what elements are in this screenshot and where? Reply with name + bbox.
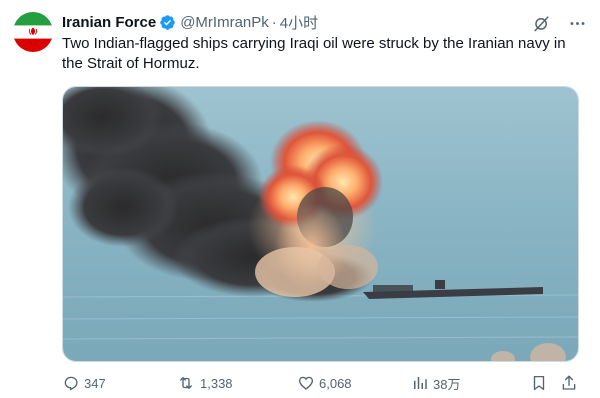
tweet-card[interactable]: Iranian Force @MrImranPk · 4小时 Two India…	[0, 0, 600, 398]
retweet-icon	[180, 377, 192, 389]
tweet-media-image[interactable]	[62, 86, 579, 362]
tweet-actions: 347 1,338 6,068 38万	[56, 372, 588, 394]
avatar[interactable]	[13, 12, 53, 52]
explosion-scene-image	[63, 87, 578, 361]
like-count: 6,068	[319, 375, 352, 391]
reply-icon	[64, 376, 78, 391]
tweet-header: Iranian Force @MrImranPk · 4小时	[62, 11, 318, 33]
views-button[interactable]: 38万	[411, 372, 460, 394]
display-name[interactable]: Iranian Force	[62, 14, 156, 31]
reply-count: 347	[84, 375, 106, 391]
grok-icon[interactable]	[530, 12, 552, 34]
separator-dot: ·	[271, 13, 277, 31]
timestamp[interactable]: 4小时	[280, 12, 318, 33]
views-icon	[414, 377, 427, 389]
handle[interactable]: @MrImranPk	[180, 14, 269, 31]
iran-flag-icon	[13, 12, 53, 52]
retweet-button[interactable]: 1,338	[176, 372, 233, 394]
share-button[interactable]	[560, 372, 582, 394]
share-icon	[562, 375, 576, 390]
retweet-count: 1,338	[200, 375, 233, 391]
tweet-top-actions	[516, 12, 588, 34]
like-button[interactable]: 6,068	[297, 372, 352, 394]
views-count: 38万	[433, 376, 461, 392]
bookmark-button[interactable]	[530, 372, 552, 394]
tweet-text: Two Indian-flagged ships carrying Iraqi …	[62, 35, 566, 72]
verified-badge-icon	[159, 14, 176, 31]
bookmark-icon	[533, 375, 545, 391]
heart-icon	[298, 376, 314, 390]
more-icon[interactable]	[566, 12, 588, 34]
reply-button[interactable]: 347	[62, 372, 106, 394]
